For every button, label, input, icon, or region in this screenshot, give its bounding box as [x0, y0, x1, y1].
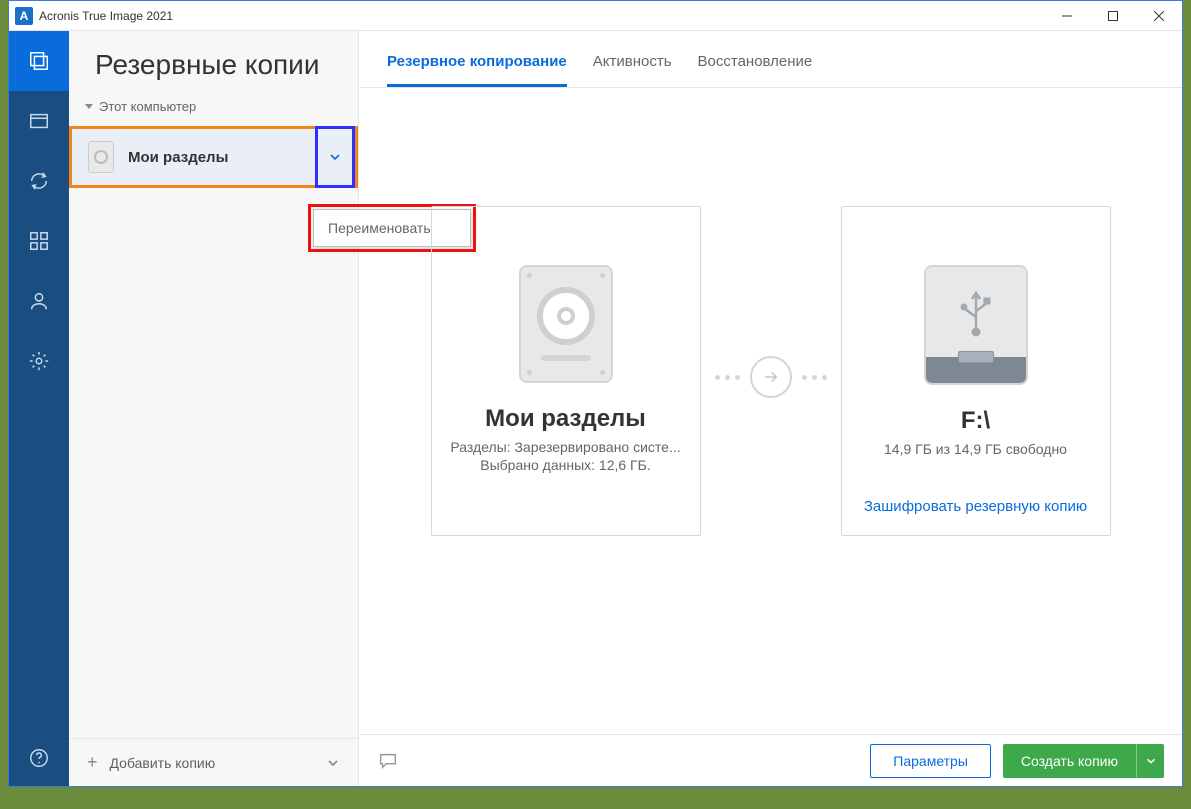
- dots-right-icon: [802, 375, 827, 380]
- plus-icon: +: [87, 752, 98, 773]
- grid-icon: [28, 230, 50, 252]
- caret-down-icon: [85, 104, 93, 109]
- window-controls: [1044, 1, 1182, 31]
- tree-this-computer[interactable]: Этот компьютер: [69, 93, 358, 120]
- destination-title: F:\: [961, 407, 990, 435]
- minimize-button[interactable]: [1044, 1, 1090, 31]
- help-icon: [28, 747, 50, 769]
- backup-stage: Мои разделы Разделы: Зарезервировано сис…: [359, 88, 1182, 734]
- chevron-down-icon: [327, 757, 339, 769]
- chevron-down-icon: [1146, 756, 1156, 766]
- sync-icon: [28, 170, 50, 192]
- tab-backup[interactable]: Резервное копирование: [387, 53, 567, 87]
- nav-account[interactable]: [9, 271, 69, 331]
- nav-archive[interactable]: [9, 91, 69, 151]
- nav-settings[interactable]: [9, 331, 69, 391]
- source-subtitle-1: Разделы: Зарезервировано систе...: [450, 439, 680, 455]
- hdd-large-icon: [519, 265, 613, 383]
- source-card[interactable]: Мои разделы Разделы: Зарезервировано сис…: [431, 206, 701, 536]
- add-backup-menu-toggle[interactable]: [320, 750, 346, 776]
- add-backup-button[interactable]: + Добавить копию: [87, 752, 215, 773]
- add-backup-label: Добавить копию: [110, 755, 216, 771]
- tree-label: Этот компьютер: [99, 99, 196, 114]
- usb-symbol-icon: [956, 287, 996, 337]
- maximize-button[interactable]: [1090, 1, 1136, 31]
- create-backup-menu-toggle[interactable]: [1136, 744, 1164, 778]
- create-backup-split-button: Создать копию: [1003, 744, 1164, 778]
- nav-help[interactable]: [9, 730, 69, 786]
- hdd-icon: [88, 141, 114, 173]
- titlebar: A Acronis True Image 2021: [9, 1, 1182, 31]
- arrow-right-icon: [750, 356, 792, 398]
- app-title: Acronis True Image 2021: [39, 9, 173, 23]
- titlebar-left: A Acronis True Image 2021: [15, 7, 173, 25]
- source-title: Мои разделы: [485, 405, 646, 433]
- backup-list-item[interactable]: Мои разделы: [69, 126, 358, 188]
- sidebar-footer: + Добавить копию: [69, 738, 358, 786]
- tab-restore[interactable]: Восстановление: [698, 53, 813, 87]
- nav-backup[interactable]: [9, 31, 69, 91]
- tab-activity[interactable]: Активность: [593, 53, 672, 87]
- parameters-button[interactable]: Параметры: [870, 744, 991, 778]
- app-icon: A: [15, 7, 33, 25]
- chevron-down-icon: [329, 151, 341, 163]
- destination-card[interactable]: F:\ 14,9 ГБ из 14,9 ГБ свободно Зашифров…: [841, 206, 1111, 536]
- dots-left-icon: [715, 375, 740, 380]
- sidebar-title: Резервные копии: [69, 31, 358, 93]
- user-icon: [28, 290, 50, 312]
- destination-subtitle: 14,9 ГБ из 14,9 ГБ свободно: [884, 441, 1067, 457]
- gear-icon: [28, 350, 50, 372]
- tabs: Резервное копирование Активность Восстан…: [359, 31, 1182, 88]
- comment-icon[interactable]: [377, 750, 399, 772]
- nav-tools[interactable]: [9, 211, 69, 271]
- backup-icon: [28, 50, 50, 72]
- create-backup-button[interactable]: Создать копию: [1003, 744, 1136, 778]
- encrypt-link[interactable]: Зашифровать резервную копию: [864, 498, 1087, 515]
- main-footer: Параметры Создать копию: [359, 734, 1182, 786]
- close-button[interactable]: [1136, 1, 1182, 31]
- main-panel: Резервное копирование Активность Восстан…: [359, 31, 1182, 786]
- source-subtitle-2: Выбрано данных: 12,6 ГБ.: [480, 457, 650, 473]
- nav-sync[interactable]: [9, 151, 69, 211]
- archive-icon: [28, 110, 50, 132]
- app-window: A Acronis True Image 2021: [8, 0, 1183, 787]
- sidebar: Резервные копии Этот компьютер Мои разде…: [69, 31, 359, 786]
- usb-drive-icon: [924, 265, 1028, 385]
- nav-rail: [9, 31, 69, 786]
- direction-arrow: [715, 356, 827, 398]
- app-body: Резервные копии Этот компьютер Мои разде…: [9, 31, 1182, 786]
- backup-item-menu-toggle[interactable]: [315, 126, 355, 188]
- backup-item-name: Мои разделы: [128, 149, 228, 166]
